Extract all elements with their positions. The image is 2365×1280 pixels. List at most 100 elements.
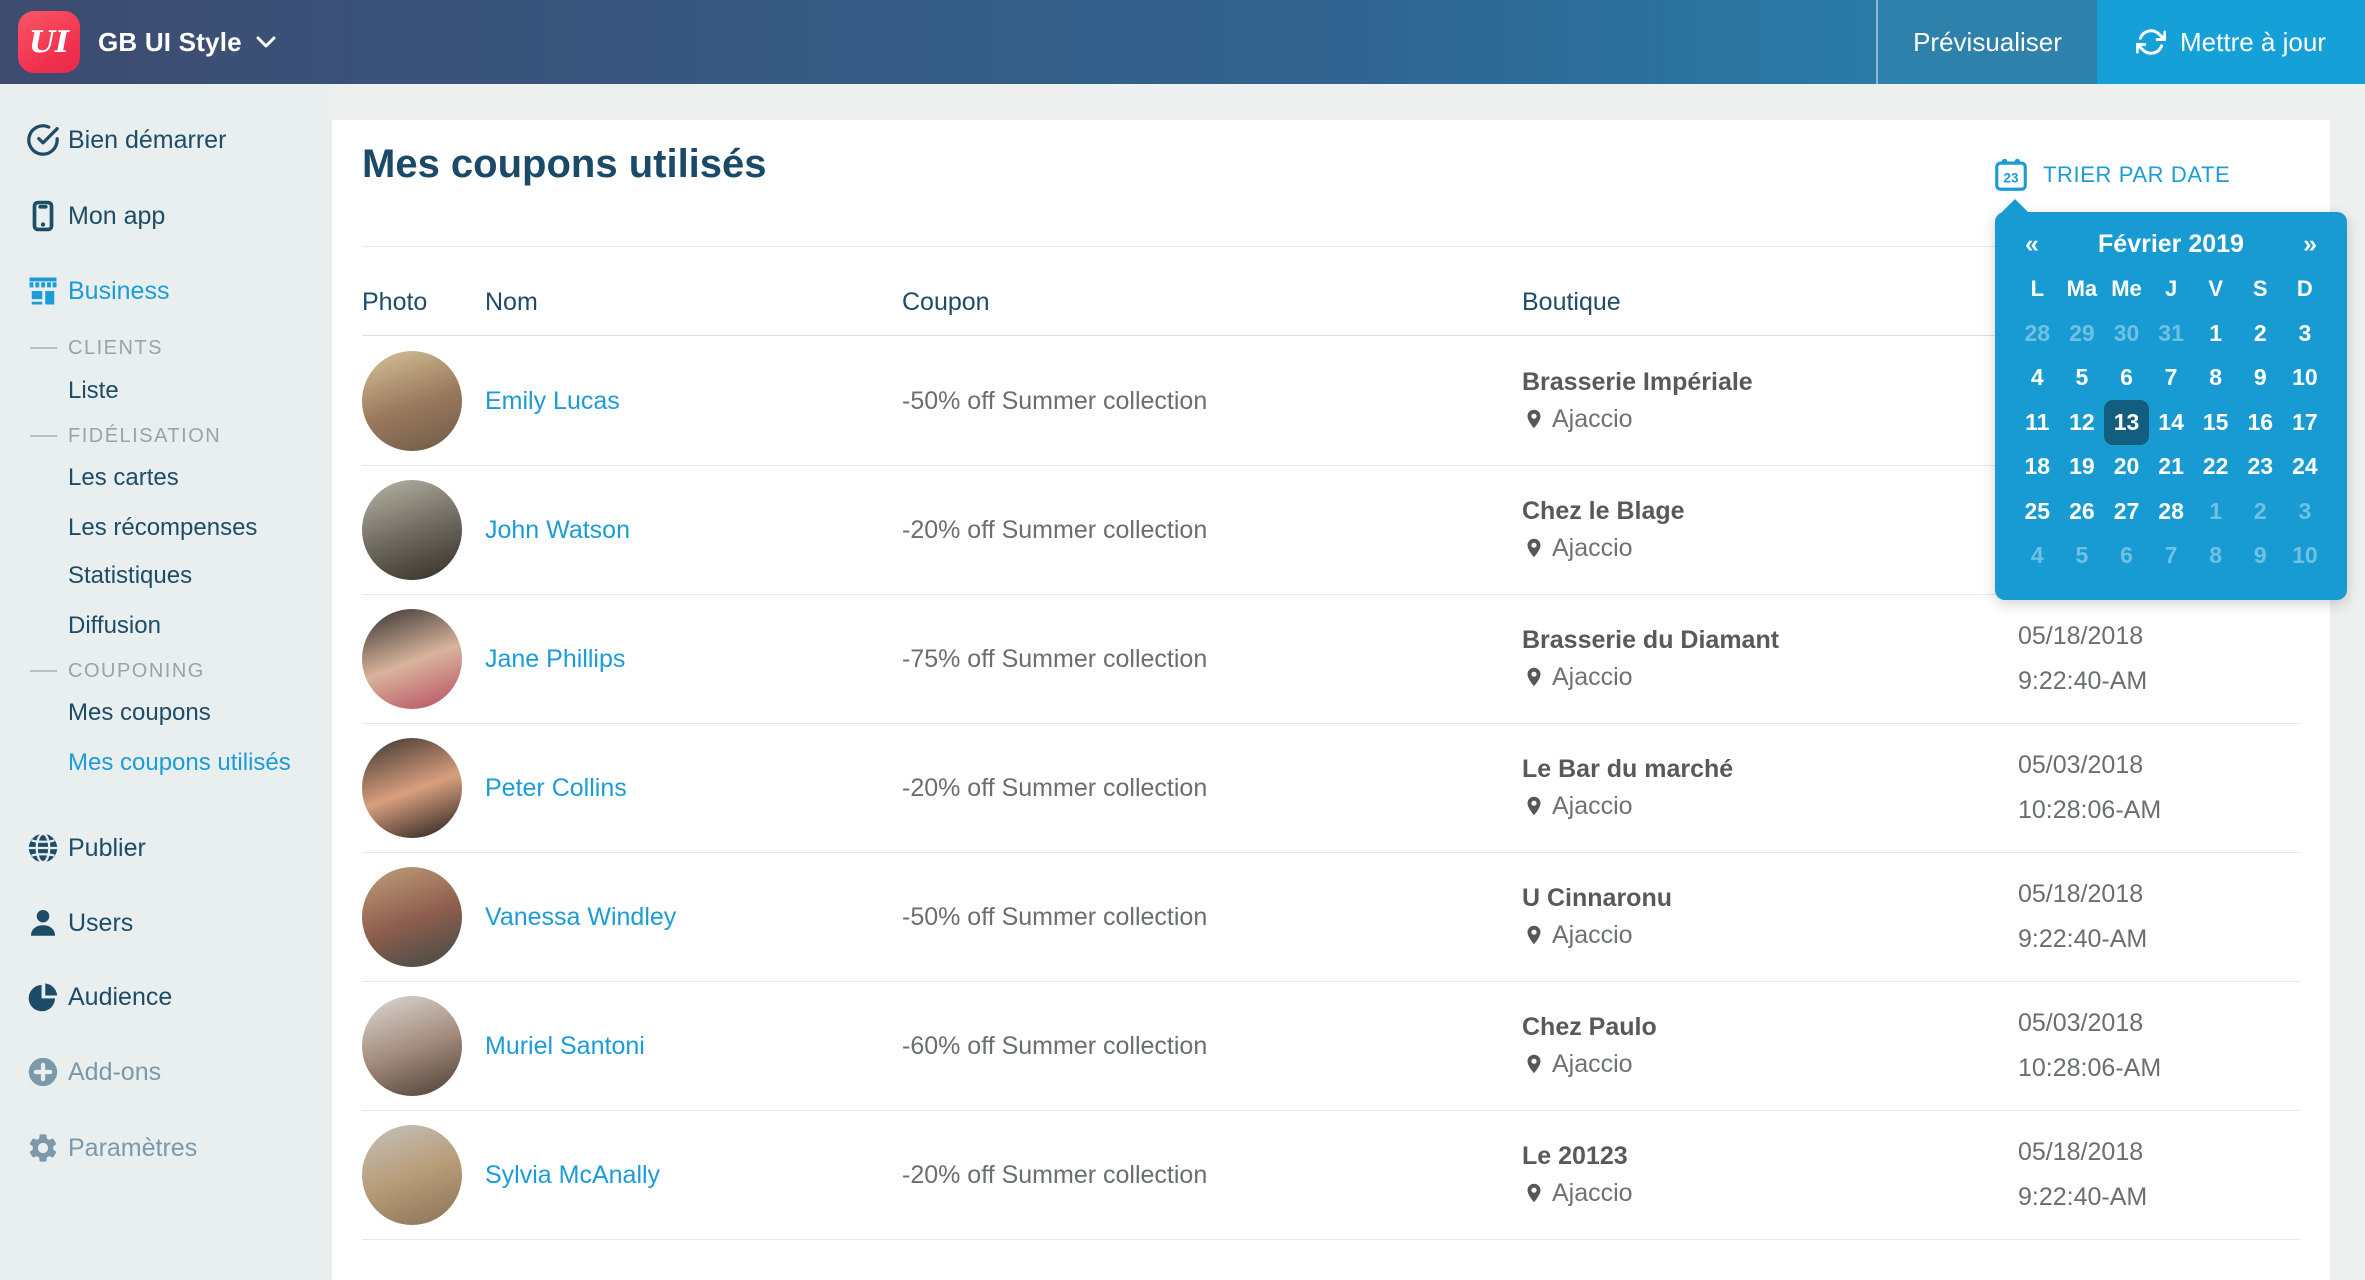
sidebar-item-bien-demarrer[interactable]: Bien démarrer — [0, 118, 332, 162]
calendar-day[interactable]: 29 — [2060, 311, 2105, 356]
calendar-day[interactable]: 20 — [2104, 445, 2149, 490]
photo-cell — [362, 609, 485, 709]
globe-icon — [24, 829, 62, 867]
boutique-location: Ajaccio — [1522, 921, 2018, 950]
used-time: 9:22:40-AM — [2018, 667, 2300, 696]
calendar-day[interactable]: 6 — [2104, 356, 2149, 401]
sort-by-date-label: TRIER PAR DATE — [2043, 162, 2230, 188]
preview-button[interactable]: Prévisualiser — [1878, 0, 2097, 84]
table-row: Peter Collins -20% off Summer collection… — [362, 724, 2300, 853]
calendar-month-label: Février 2019 — [1995, 230, 2347, 259]
calendar-day[interactable]: 5 — [2060, 534, 2105, 579]
calendar-day[interactable]: 19 — [2060, 445, 2105, 490]
date-cell: 05/18/2018 9:22:40-AM — [2018, 880, 2300, 954]
calendar-day[interactable]: 4 — [2015, 534, 2060, 579]
app-switcher[interactable]: GB UI Style — [98, 0, 276, 84]
calendar-day[interactable]: 17 — [2283, 400, 2328, 445]
boutique-cell: Chez Paulo Ajaccio — [1522, 1013, 2018, 1079]
calendar-day[interactable]: 10 — [2283, 534, 2328, 579]
column-header-boutique: Boutique — [1522, 288, 1621, 317]
calendar-day[interactable]: 1 — [2193, 311, 2238, 356]
customer-avatar[interactable] — [362, 609, 462, 709]
coupon-label: -75% off Summer collection — [902, 645, 1522, 674]
customer-name-link[interactable]: Emily Lucas — [485, 387, 620, 415]
customer-name-link[interactable]: Muriel Santoni — [485, 1032, 645, 1060]
calendar-day[interactable]: 8 — [2193, 356, 2238, 401]
customer-name-link[interactable]: Sylvia McAnally — [485, 1161, 660, 1189]
calendar-day[interactable]: 5 — [2060, 356, 2105, 401]
sidebar-item-business[interactable]: Business — [0, 269, 332, 313]
customer-avatar[interactable] — [362, 480, 462, 580]
sidebar-item-les-recompenses[interactable]: Les récompenses — [0, 508, 332, 548]
customer-name-link[interactable]: Peter Collins — [485, 774, 627, 802]
calendar-day[interactable]: 21 — [2149, 445, 2194, 490]
calendar-day-selected[interactable]: 13 — [2104, 400, 2149, 445]
sidebar-item-mon-app[interactable]: Mon app — [0, 194, 332, 238]
sidebar-item-add-ons[interactable]: Add-ons — [0, 1050, 332, 1094]
sidebar-item-statistiques[interactable]: Statistiques — [0, 556, 332, 596]
calendar-day[interactable]: 28 — [2149, 489, 2194, 534]
boutique-location: Ajaccio — [1522, 1179, 2018, 1208]
calendar-day[interactable]: 22 — [2193, 445, 2238, 490]
name-cell: Vanessa Windley — [485, 903, 902, 932]
customer-avatar[interactable] — [362, 867, 462, 967]
calendar-day[interactable]: 24 — [2283, 445, 2328, 490]
calendar-day[interactable]: 2 — [2238, 311, 2283, 356]
customer-name-link[interactable]: Jane Phillips — [485, 645, 625, 673]
calendar-day[interactable]: 30 — [2104, 311, 2149, 356]
preview-button-label: Prévisualiser — [1913, 27, 2062, 58]
boutique-city: Ajaccio — [1552, 792, 1633, 821]
app-logo[interactable]: UI — [18, 11, 80, 73]
calendar-day[interactable]: 8 — [2193, 534, 2238, 579]
calendar-day[interactable]: 7 — [2149, 356, 2194, 401]
date-cell: 05/03/2018 10:28:06-AM — [2018, 1009, 2300, 1083]
calendar-day[interactable]: 25 — [2015, 489, 2060, 534]
calendar-day[interactable]: 2 — [2238, 489, 2283, 534]
sidebar-item-publier[interactable]: Publier — [0, 826, 332, 870]
calendar-day[interactable]: 10 — [2283, 356, 2328, 401]
customer-name-link[interactable]: John Watson — [485, 516, 630, 544]
customer-avatar[interactable] — [362, 996, 462, 1096]
calendar-day[interactable]: 31 — [2149, 311, 2194, 356]
calendar-day[interactable]: 3 — [2283, 311, 2328, 356]
sidebar-item-mes-coupons-utilises[interactable]: Mes coupons utilisés — [0, 743, 332, 783]
customer-name-link[interactable]: Vanessa Windley — [485, 903, 676, 931]
calendar-day[interactable]: 14 — [2149, 400, 2194, 445]
calendar-day[interactable]: 7 — [2149, 534, 2194, 579]
calendar-day-name: V — [2193, 276, 2238, 302]
date-picker-popup: « Février 2019 » LMaMeJVSD 2829303112345… — [1995, 212, 2347, 600]
sidebar-item-audience[interactable]: Audience — [0, 975, 332, 1019]
calendar-day[interactable]: 27 — [2104, 489, 2149, 534]
calendar-day[interactable]: 9 — [2238, 356, 2283, 401]
sort-by-date-button[interactable]: 23 TRIER PAR DATE — [1992, 154, 2230, 196]
customer-avatar[interactable] — [362, 351, 462, 451]
name-cell: John Watson — [485, 516, 902, 545]
calendar-day[interactable]: 15 — [2193, 400, 2238, 445]
calendar-day[interactable]: 4 — [2015, 356, 2060, 401]
customer-avatar[interactable] — [362, 1125, 462, 1225]
date-cell: 05/18/2018 9:22:40-AM — [2018, 1138, 2300, 1212]
sidebar-item-mes-coupons[interactable]: Mes coupons — [0, 693, 332, 733]
calendar-day[interactable]: 12 — [2060, 400, 2105, 445]
top-bar: UI GB UI Style Prévisualiser Mettre à jo… — [0, 0, 2365, 84]
calendar-day[interactable]: 26 — [2060, 489, 2105, 534]
calendar-next-month-button[interactable]: » — [2303, 230, 2317, 259]
calendar-day[interactable]: 28 — [2015, 311, 2060, 356]
sidebar-item-liste[interactable]: Liste — [0, 371, 332, 411]
sidebar-item-les-cartes[interactable]: Les cartes — [0, 458, 332, 498]
calendar-day[interactable]: 23 — [2238, 445, 2283, 490]
sidebar-item-users[interactable]: Users — [0, 901, 332, 945]
calendar-day[interactable]: 6 — [2104, 534, 2149, 579]
calendar-day[interactable]: 9 — [2238, 534, 2283, 579]
sidebar-item-parametres[interactable]: Paramètres — [0, 1126, 332, 1170]
calendar-day[interactable]: 1 — [2193, 489, 2238, 534]
sidebar-item-diffusion[interactable]: Diffusion — [0, 606, 332, 646]
calendar-day[interactable]: 11 — [2015, 400, 2060, 445]
used-date: 05/18/2018 — [2018, 1138, 2300, 1167]
calendar-day[interactable]: 16 — [2238, 400, 2283, 445]
calendar-day[interactable]: 3 — [2283, 489, 2328, 534]
update-button[interactable]: Mettre à jour — [2097, 0, 2365, 84]
customer-avatar[interactable] — [362, 738, 462, 838]
boutique-cell: U Cinnaronu Ajaccio — [1522, 884, 2018, 950]
calendar-day[interactable]: 18 — [2015, 445, 2060, 490]
